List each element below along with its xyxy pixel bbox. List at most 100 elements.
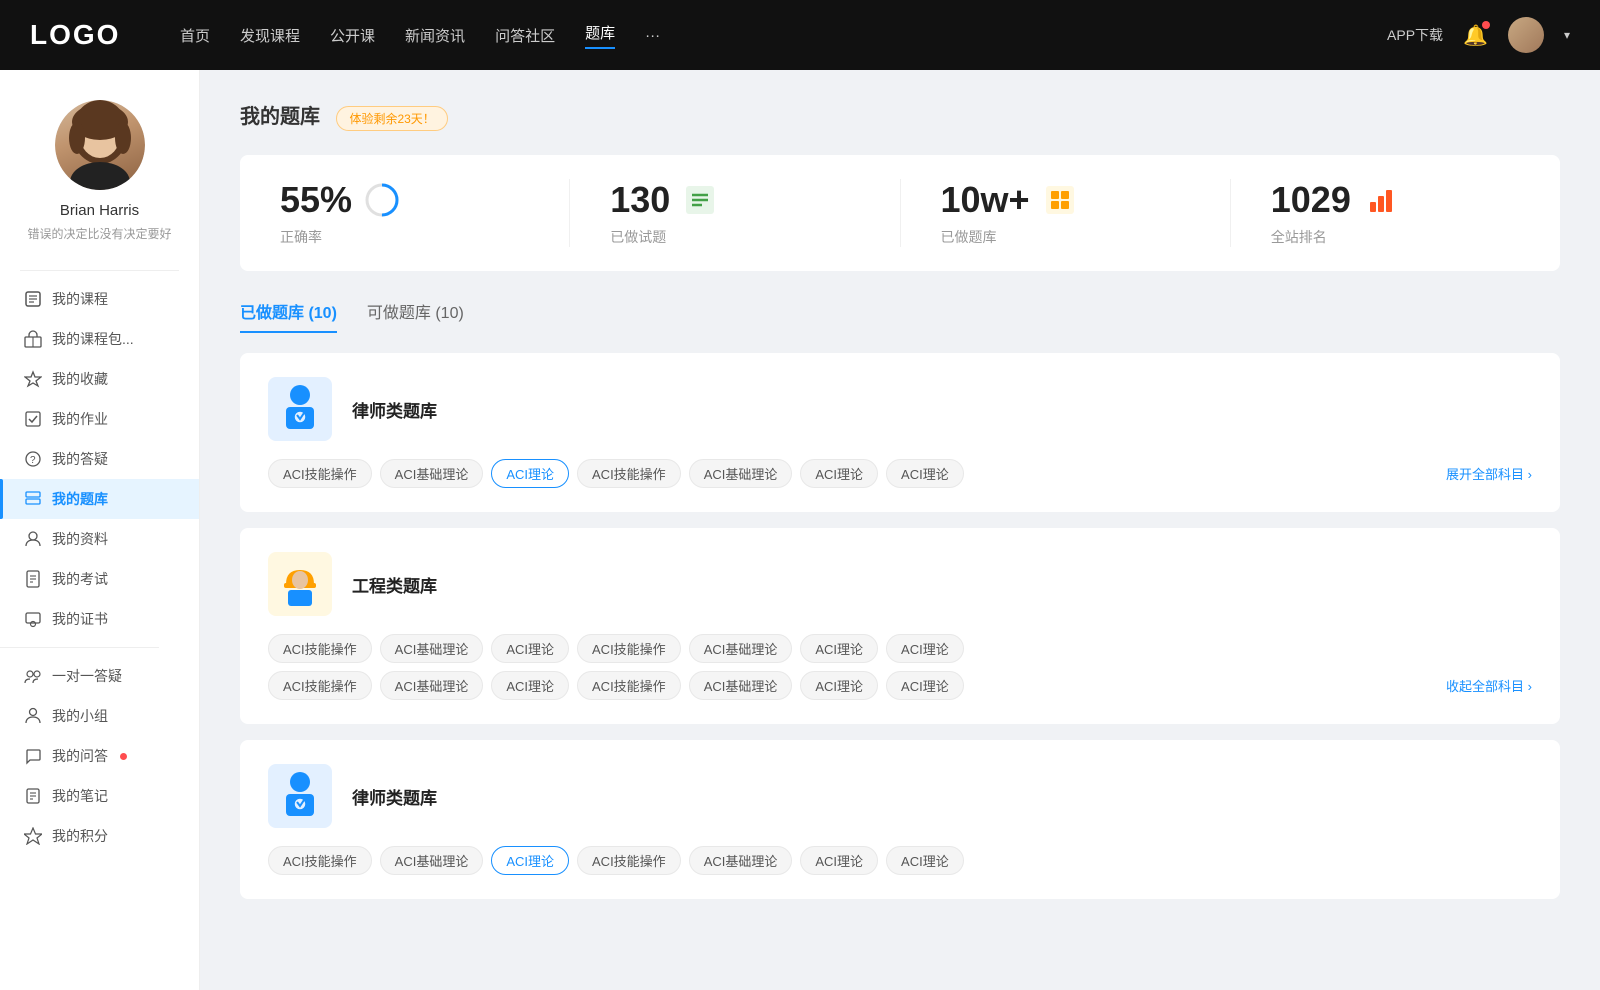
tag-4[interactable]: ACI基础理论 (689, 459, 793, 488)
eng2-tag-6[interactable]: ACI理论 (886, 671, 964, 700)
tag-1[interactable]: ACI基础理论 (380, 459, 484, 488)
avatar-dropdown-arrow[interactable]: ▾ (1564, 28, 1570, 42)
qbank-avatar-lawyer (268, 377, 332, 441)
sidebar-item-group[interactable]: 我的小组 (0, 696, 199, 736)
tabs: 已做题库 (10) 可做题库 (10) (240, 299, 1560, 333)
qbank-avatar-lawyer-2 (268, 764, 332, 828)
tab-available[interactable]: 可做题库 (10) (367, 299, 464, 333)
accuracy-label: 正确率 (280, 227, 322, 247)
sidebar-item-favorites[interactable]: 我的收藏 (0, 359, 199, 399)
book-icon (24, 290, 42, 308)
tag-6[interactable]: ACI理论 (886, 459, 964, 488)
tag-2[interactable]: ACI理论 (491, 459, 569, 488)
rank-label: 全站排名 (1271, 227, 1327, 247)
eng-tag-3[interactable]: ACI技能操作 (577, 634, 681, 663)
eng2-tag-3[interactable]: ACI技能操作 (577, 671, 681, 700)
sidebar-item-cert[interactable]: 我的证书 (0, 599, 199, 639)
sidebar-item-my-course[interactable]: 我的课程 (0, 279, 199, 319)
page-wrap: Brian Harris 错误的决定比没有决定要好 我的课程 我的课程包... … (0, 0, 1600, 990)
app-download-button[interactable]: APP下载 (1387, 25, 1443, 45)
done-banks-label: 已做题库 (941, 227, 997, 247)
nav-news[interactable]: 新闻资讯 (405, 25, 465, 46)
notification-bell[interactable]: 🔔 (1463, 23, 1488, 48)
qbank-tags-row-2: ACI技能操作 ACI基础理论 ACI理论 ACI技能操作 ACI基础理论 AC… (268, 671, 1532, 700)
sidebar-item-homework[interactable]: 我的作业 (0, 399, 199, 439)
l2-tag-2[interactable]: ACI理论 (491, 846, 569, 875)
eng2-tag-4[interactable]: ACI基础理论 (689, 671, 793, 700)
sidebar-item-label: 我的收藏 (52, 369, 108, 389)
sidebar-item-profile[interactable]: 我的资料 (0, 519, 199, 559)
sidebar-item-oneone[interactable]: 一对一答疑 (0, 656, 199, 696)
sidebar-item-label: 我的积分 (52, 826, 108, 846)
stat-done-banks: 10w+ 已做题库 (901, 179, 1231, 247)
l2-tag-3[interactable]: ACI技能操作 (577, 846, 681, 875)
cert-icon (24, 610, 42, 628)
sidebar-item-label: 我的课程包... (52, 329, 134, 349)
eng2-tag-2[interactable]: ACI理论 (491, 671, 569, 700)
sidebar-item-points[interactable]: 我的积分 (0, 816, 199, 856)
eng-tag-2[interactable]: ACI理论 (491, 634, 569, 663)
sidebar-item-notes[interactable]: 我的笔记 (0, 776, 199, 816)
user-motto: 错误的决定比没有决定要好 (11, 225, 187, 242)
qbank-tags-row-1: ACI技能操作 ACI基础理论 ACI理论 ACI技能操作 ACI基础理论 AC… (268, 459, 1532, 488)
l2-tag-1[interactable]: ACI基础理论 (380, 846, 484, 875)
eng-tag-0[interactable]: ACI技能操作 (268, 634, 372, 663)
sidebar-item-label: 我的课程 (52, 289, 108, 309)
user-avatar[interactable] (1508, 17, 1544, 53)
rank-value: 1029 (1271, 179, 1351, 221)
l2-tag-0[interactable]: ACI技能操作 (268, 846, 372, 875)
tag-5[interactable]: ACI理论 (800, 459, 878, 488)
tag-0[interactable]: ACI技能操作 (268, 459, 372, 488)
qbank-title-lawyer-1: 律师类题库 (352, 397, 437, 422)
qbank-tags-row-1: ACI技能操作 ACI基础理论 ACI理论 ACI技能操作 ACI基础理论 AC… (268, 634, 1532, 663)
sidebar-item-exam[interactable]: 我的考试 (0, 559, 199, 599)
group-icon (24, 707, 42, 725)
engineer-icon (276, 556, 324, 612)
qbank-card-lawyer-1: 律师类题库 ACI技能操作 ACI基础理论 ACI理论 ACI技能操作 ACI基… (240, 353, 1560, 512)
sidebar-item-label: 我的小组 (52, 706, 108, 726)
eng-tag-6[interactable]: ACI理论 (886, 634, 964, 663)
l2-tag-6[interactable]: ACI理论 (886, 846, 964, 875)
homework-icon (24, 410, 42, 428)
l2-tag-4[interactable]: ACI基础理论 (689, 846, 793, 875)
qbank-tags-row-l2: ACI技能操作 ACI基础理论 ACI理论 ACI技能操作 ACI基础理论 AC… (268, 846, 1532, 875)
nav-open-course[interactable]: 公开课 (330, 25, 375, 46)
eng-tag-1[interactable]: ACI基础理论 (380, 634, 484, 663)
collapse-link-eng[interactable]: 收起全部科目 › (1446, 676, 1532, 695)
qbank-header-eng: 工程类题库 (268, 552, 1532, 616)
nav-more[interactable]: ··· (645, 27, 660, 44)
eng2-tag-1[interactable]: ACI基础理论 (380, 671, 484, 700)
qbank-title-engineer: 工程类题库 (352, 572, 437, 597)
nav-qa[interactable]: 问答社区 (495, 25, 555, 46)
qa-red-dot (120, 753, 127, 760)
qbank-card-engineer: 工程类题库 ACI技能操作 ACI基础理论 ACI理论 ACI技能操作 ACI基… (240, 528, 1560, 724)
nav-qbank[interactable]: 题库 (585, 22, 615, 49)
tags-container: ACI技能操作 ACI基础理论 ACI理论 ACI技能操作 ACI基础理论 AC… (268, 459, 1446, 488)
exam-icon (24, 570, 42, 588)
sidebar-item-qa[interactable]: ? 我的答疑 (0, 439, 199, 479)
sidebar-item-label: 我的题库 (52, 489, 108, 509)
logo: LOGO (30, 19, 130, 51)
nav-discover[interactable]: 发现课程 (240, 25, 300, 46)
eng-tag-5[interactable]: ACI理论 (800, 634, 878, 663)
l2-tag-5[interactable]: ACI理论 (800, 846, 878, 875)
nav-home[interactable]: 首页 (180, 25, 210, 46)
sidebar-item-label: 我的考试 (52, 569, 108, 589)
qbank-avatar-engineer (268, 552, 332, 616)
eng2-tag-5[interactable]: ACI理论 (800, 671, 878, 700)
sidebar-item-my-qa[interactable]: 我的问答 (0, 736, 199, 776)
sidebar-item-label: 我的答疑 (52, 449, 108, 469)
avatar-image (55, 100, 145, 190)
eng-tag-4[interactable]: ACI基础理论 (689, 634, 793, 663)
eng2-tag-0[interactable]: ACI技能操作 (268, 671, 372, 700)
tag-3[interactable]: ACI技能操作 (577, 459, 681, 488)
oneone-icon (24, 667, 42, 685)
star-icon (24, 370, 42, 388)
expand-link-1[interactable]: 展开全部科目 › (1446, 464, 1532, 483)
tab-done[interactable]: 已做题库 (10) (240, 299, 337, 333)
sidebar-item-qbank[interactable]: 我的题库 (0, 479, 199, 519)
points-icon (24, 827, 42, 845)
sidebar-item-course-package[interactable]: 我的课程包... (0, 319, 199, 359)
sidebar-item-label: 我的笔记 (52, 786, 108, 806)
sidebar-item-label: 我的证书 (52, 609, 108, 629)
